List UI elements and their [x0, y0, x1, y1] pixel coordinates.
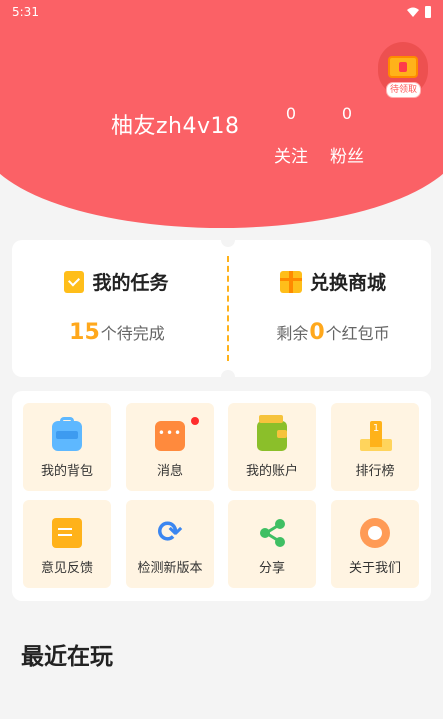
status-bar: 5:31	[0, 0, 443, 24]
recently-played-title: 最近在玩	[21, 644, 113, 670]
exchange-mall-title: 兑换商城	[309, 272, 386, 294]
user-nickname[interactable]: 柚友zh4v18	[111, 108, 240, 140]
treasure-chest-icon	[388, 56, 418, 78]
feedback-icon	[52, 518, 82, 548]
battery-icon	[425, 6, 431, 18]
my-tasks-title: 我的任务	[92, 272, 169, 294]
stat-following[interactable]: 0 关注	[266, 104, 316, 167]
share-icon	[260, 519, 285, 547]
menu-item-label: 检测新版本	[137, 561, 203, 576]
message-icon	[155, 417, 199, 451]
unread-dot	[191, 417, 199, 425]
red-packet-prefix: 剩余	[276, 324, 309, 343]
wallet-icon	[257, 415, 287, 451]
backpack-icon	[52, 417, 82, 451]
gift-icon	[279, 270, 302, 293]
menu-item-share[interactable]: 分享	[228, 500, 316, 588]
menu-item-feedback[interactable]: 意见反馈	[23, 500, 111, 588]
pending-task-count: 15	[69, 320, 100, 345]
my-tasks-panel[interactable]: 我的任务 15个待完成	[12, 240, 221, 377]
about-icon	[360, 518, 390, 548]
stat-fans[interactable]: 0 粉丝	[322, 104, 372, 167]
menu-item-label: 消息	[156, 464, 183, 479]
menu-item-label: 排行榜	[355, 464, 395, 479]
pending-task-suffix: 个待完成	[100, 324, 165, 343]
following-count: 0	[285, 104, 297, 123]
menu-item-label: 意见反馈	[40, 561, 93, 576]
menu-item-label: 分享	[258, 561, 285, 576]
task-mall-card: 我的任务 15个待完成 兑换商城 剩余0个红包币	[12, 233, 431, 384]
menu-item-check-update[interactable]: ⟳ 检测新版本	[126, 500, 214, 588]
wifi-icon	[407, 7, 419, 17]
fans-label: 粉丝	[330, 147, 364, 167]
ranking-icon	[360, 421, 392, 451]
reward-chest-button[interactable]: 待领取	[378, 42, 428, 98]
fans-count: 0	[341, 104, 353, 123]
menu-item-messages[interactable]: 消息	[126, 403, 214, 491]
menu-item-label: 我的账户	[245, 464, 298, 479]
menu-item-label: 关于我们	[348, 561, 401, 576]
red-packet-suffix: 个红包币	[325, 324, 390, 343]
update-icon: ⟳	[157, 515, 183, 550]
dashed-divider	[227, 256, 229, 361]
exchange-mall-panel[interactable]: 兑换商城 剩余0个红包币	[235, 240, 431, 377]
menu-item-leaderboard[interactable]: 排行榜	[331, 403, 419, 491]
following-label: 关注	[274, 147, 308, 167]
task-clipboard-icon	[64, 270, 85, 293]
menu-item-backpack[interactable]: 我的背包	[23, 403, 111, 491]
function-grid: 我的背包 消息 我的账户 排行榜 意见反馈 ⟳ 检测新版本 分享 关于我们	[12, 391, 431, 601]
status-time: 5:31	[12, 5, 39, 19]
menu-item-account[interactable]: 我的账户	[228, 403, 316, 491]
reward-tag: 待领取	[386, 82, 422, 98]
menu-item-about[interactable]: 关于我们	[331, 500, 419, 588]
menu-item-label: 我的背包	[40, 464, 93, 479]
red-packet-count: 0	[309, 320, 325, 345]
